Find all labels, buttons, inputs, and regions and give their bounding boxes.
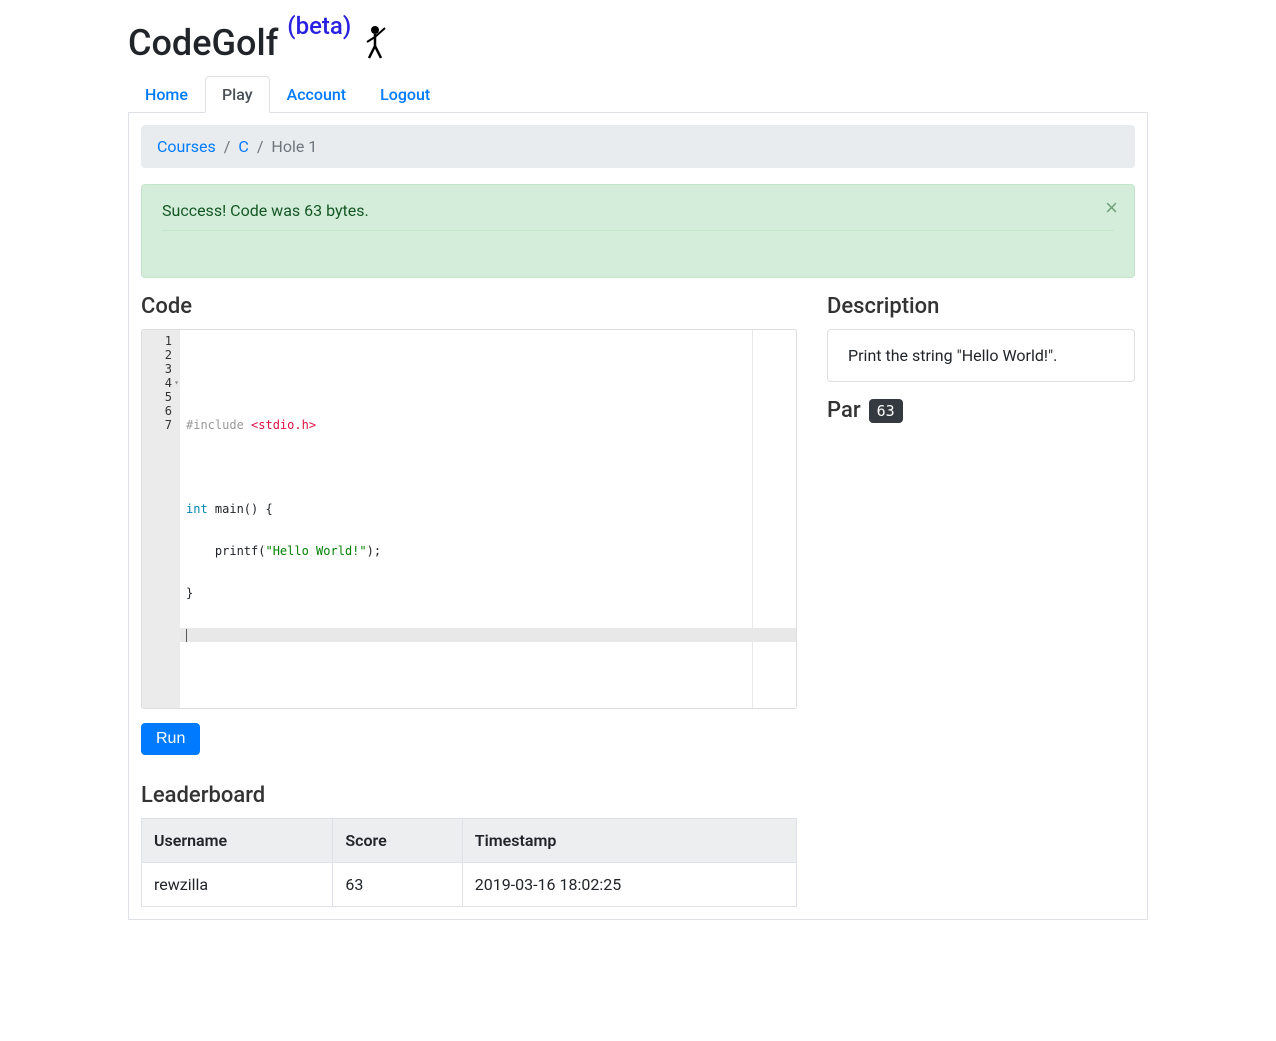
- par-label: Par: [827, 398, 861, 423]
- app-title: CodeGolf: [128, 22, 278, 64]
- nav-tabs: Home Play Account Logout: [128, 76, 1148, 113]
- run-button[interactable]: Run: [141, 723, 200, 755]
- breadcrumb-hole: Hole 1: [249, 137, 317, 156]
- cell-score: 63: [333, 863, 462, 907]
- code-area[interactable]: #include <stdio.h> int main() { printf("…: [180, 330, 796, 708]
- breadcrumb: Courses C Hole 1: [141, 125, 1135, 168]
- table-row: rewzilla 63 2019-03-16 18:02:25: [142, 863, 797, 907]
- col-username: Username: [142, 819, 333, 863]
- nav-play[interactable]: Play: [205, 76, 270, 113]
- col-score: Score: [333, 819, 462, 863]
- nav-logout[interactable]: Logout: [363, 76, 447, 113]
- nav-account[interactable]: Account: [270, 76, 364, 113]
- description-text: Print the string "Hello World!".: [848, 346, 1057, 365]
- code-heading: Code: [141, 294, 797, 319]
- nav-home[interactable]: Home: [128, 76, 205, 113]
- beta-badge: (beta): [287, 12, 351, 40]
- golfer-icon: [359, 24, 387, 60]
- success-alert: Success! Code was 63 bytes. ×: [141, 184, 1135, 278]
- editor-gutter: 1 2 3 4▾ 5 6 7: [142, 330, 180, 708]
- cell-timestamp: 2019-03-16 18:02:25: [462, 863, 796, 907]
- leaderboard-table: Username Score Timestamp rewzilla 63 201…: [141, 818, 797, 907]
- alert-divider: [162, 230, 1114, 231]
- cell-username: rewzilla: [142, 863, 333, 907]
- close-icon: ×: [1105, 195, 1118, 220]
- alert-close-button[interactable]: ×: [1105, 197, 1118, 219]
- editor-cursor: [186, 629, 187, 642]
- description-card: Print the string "Hello World!".: [827, 329, 1135, 382]
- breadcrumb-lang[interactable]: C: [238, 137, 248, 156]
- alert-message: Success! Code was 63 bytes.: [162, 201, 369, 220]
- code-editor[interactable]: 1 2 3 4▾ 5 6 7 #include <stdio.h> int ma…: [141, 329, 797, 709]
- col-timestamp: Timestamp: [462, 819, 796, 863]
- print-margin: [752, 330, 753, 708]
- par-value: 63: [869, 399, 903, 423]
- description-heading: Description: [827, 294, 1135, 319]
- fold-icon[interactable]: ▾: [174, 376, 179, 390]
- breadcrumb-courses[interactable]: Courses: [157, 137, 216, 156]
- leaderboard-heading: Leaderboard: [141, 783, 797, 808]
- page-header: CodeGolf (beta): [128, 20, 1148, 64]
- table-header-row: Username Score Timestamp: [142, 819, 797, 863]
